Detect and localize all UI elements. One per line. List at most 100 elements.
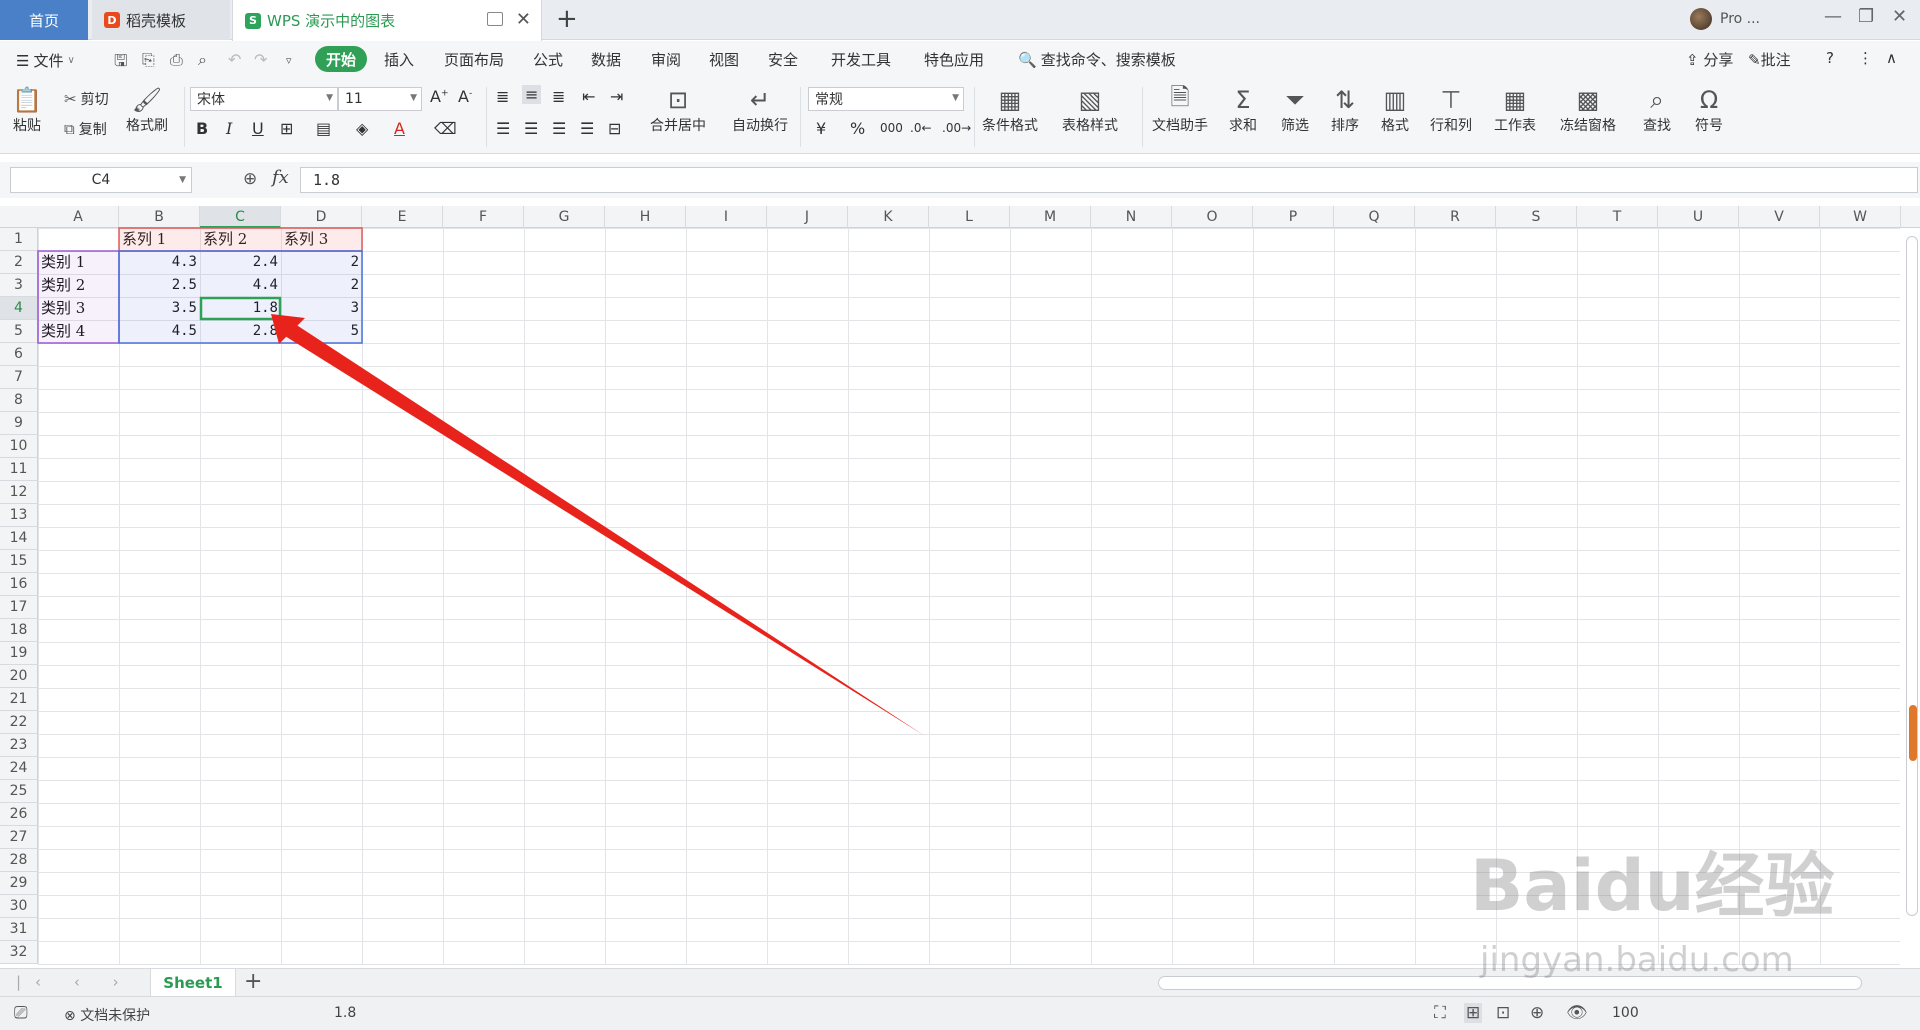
column-header-G[interactable]: G (524, 206, 605, 228)
freeze-panes-button[interactable]: ▩ 冻结窗格 (1560, 85, 1616, 135)
filter-button[interactable]: ⏷ 筛选 (1280, 85, 1310, 135)
redo-icon[interactable]: ↷ (254, 50, 267, 69)
row-header-14[interactable]: 14 (0, 527, 38, 550)
eraser-icon[interactable]: ⌫ (434, 119, 457, 138)
new-tab-button[interactable]: + (556, 4, 578, 34)
tab-document[interactable]: S WPS 演示中的图表 ✕ (232, 0, 542, 41)
formula-input[interactable]: 1.8 (300, 167, 1918, 193)
command-search[interactable]: 🔍 查找命令、搜索模板 (1018, 49, 1176, 70)
cell-fill-icon[interactable]: ▤ (316, 119, 331, 138)
menu-special[interactable]: 特色应用 (924, 49, 984, 70)
row-header-3[interactable]: 3 (0, 274, 38, 297)
distribute-icon[interactable]: ⊟ (608, 119, 621, 138)
row-header-29[interactable]: 29 (0, 872, 38, 895)
sum-button[interactable]: Σ 求和 (1228, 85, 1258, 135)
row-header-18[interactable]: 18 (0, 619, 38, 642)
cell-D2[interactable]: 2 (281, 251, 362, 274)
tab-docer-templates[interactable]: D 稻壳模板 (92, 0, 230, 40)
cell-D5[interactable]: 5 (281, 320, 362, 343)
cell-B3[interactable]: 2.5 (119, 274, 200, 297)
cell-C5[interactable]: 2.8 (200, 320, 281, 343)
percent-icon[interactable]: % (850, 119, 865, 138)
normal-view-icon[interactable]: ⊞ (1464, 1003, 1483, 1023)
row-header-23[interactable]: 23 (0, 734, 38, 757)
row-header-6[interactable]: 6 (0, 343, 38, 366)
row-header-19[interactable]: 19 (0, 642, 38, 665)
column-header-F[interactable]: F (443, 206, 524, 228)
menu-security[interactable]: 安全 (768, 49, 798, 70)
function-icon[interactable]: fx (272, 167, 289, 188)
align-left-icon[interactable]: ☰ (496, 119, 510, 138)
column-header-E[interactable]: E (362, 206, 443, 228)
page-layout-view-icon[interactable]: ⊡ (1496, 1003, 1510, 1023)
format-button[interactable]: ▥ 格式 (1380, 85, 1410, 135)
share-button[interactable]: ⇪ 分享 (1686, 49, 1733, 70)
print-preview-icon[interactable]: ⌕ (198, 50, 207, 70)
row-header-30[interactable]: 30 (0, 895, 38, 918)
menu-home[interactable]: 开始 (315, 46, 367, 72)
cell-A5[interactable]: 类别 4 (38, 320, 119, 343)
conditional-format-button[interactable]: ▦ 条件格式 (982, 85, 1038, 135)
menu-view[interactable]: 视图 (709, 49, 739, 70)
column-header-J[interactable]: J (767, 206, 848, 228)
row-col-button[interactable]: ⊤ 行和列 (1430, 85, 1472, 135)
row-header-32[interactable]: 32 (0, 941, 38, 964)
row-header-12[interactable]: 12 (0, 481, 38, 504)
cell-D3[interactable]: 2 (281, 274, 362, 297)
column-header-W[interactable]: W (1820, 206, 1901, 228)
name-box[interactable]: C4 ▼ (10, 167, 192, 193)
decrease-font-icon[interactable]: A- (458, 87, 472, 106)
tab-home[interactable]: 首页 (0, 0, 88, 40)
row-header-20[interactable]: 20 (0, 665, 38, 688)
column-header-R[interactable]: R (1415, 206, 1496, 228)
column-header-K[interactable]: K (848, 206, 929, 228)
row-header-15[interactable]: 15 (0, 550, 38, 573)
avatar[interactable] (1690, 8, 1712, 30)
decrease-decimal-icon[interactable]: .00→ (942, 121, 971, 135)
underline-icon[interactable]: U (252, 119, 264, 138)
page-break-view-icon[interactable]: ⊕ (1530, 1003, 1544, 1023)
find-button[interactable]: ⌕ 查找 (1642, 85, 1672, 135)
cell-B4[interactable]: 3.5 (119, 297, 200, 320)
zoom-formula-icon[interactable]: ⊕ (243, 169, 257, 189)
cell-A2[interactable]: 类别 1 (38, 251, 119, 274)
paste-button[interactable]: 📋 粘贴 (12, 85, 42, 135)
column-header-D[interactable]: D (281, 206, 362, 228)
cell-B5[interactable]: 4.5 (119, 320, 200, 343)
bold-icon[interactable]: B (196, 119, 208, 138)
border-icon[interactable]: ⊞ (280, 119, 293, 138)
customize-quick-access-icon[interactable]: ▿ (286, 54, 292, 67)
increase-decimal-icon[interactable]: .0← (910, 121, 932, 135)
row-header-17[interactable]: 17 (0, 596, 38, 619)
cell-C1[interactable]: 系列 2 (200, 228, 281, 251)
column-header-P[interactable]: P (1253, 206, 1334, 228)
collapse-ribbon-icon[interactable]: ∧ (1886, 49, 1897, 67)
row-header-31[interactable]: 31 (0, 918, 38, 941)
sort-button[interactable]: ⇅ 排序 (1330, 85, 1360, 135)
column-header-L[interactable]: L (929, 206, 1010, 228)
font-color-icon[interactable]: A (394, 119, 405, 138)
font-size-select[interactable]: 11 ▼ (338, 87, 422, 111)
indent-increase-icon[interactable]: ⇥ (610, 87, 623, 106)
column-header-M[interactable]: M (1010, 206, 1091, 228)
menu-review[interactable]: 审阅 (651, 49, 681, 70)
italic-icon[interactable]: I (226, 119, 232, 138)
menu-data[interactable]: 数据 (591, 49, 621, 70)
thousands-icon[interactable]: 000 (880, 121, 903, 135)
row-header-13[interactable]: 13 (0, 504, 38, 527)
column-header-B[interactable]: B (119, 206, 200, 228)
column-header-A[interactable]: A (38, 206, 119, 228)
cell-B2[interactable]: 4.3 (119, 251, 200, 274)
cut-button[interactable]: ✂ 剪切 (64, 89, 109, 109)
column-header-H[interactable]: H (605, 206, 686, 228)
cell-C3[interactable]: 4.4 (200, 274, 281, 297)
justify-icon[interactable]: ☰ (580, 119, 594, 138)
cell-A1[interactable] (38, 228, 119, 251)
format-painter-button[interactable]: 🖌 格式刷 (126, 85, 168, 135)
save-icon[interactable]: 🖫 (114, 50, 128, 77)
column-header-S[interactable]: S (1496, 206, 1577, 228)
row-header-7[interactable]: 7 (0, 366, 38, 389)
align-top-icon[interactable]: ≣ (496, 87, 509, 106)
close-icon[interactable]: ✕ (516, 9, 531, 30)
column-header-C[interactable]: C (200, 206, 281, 228)
